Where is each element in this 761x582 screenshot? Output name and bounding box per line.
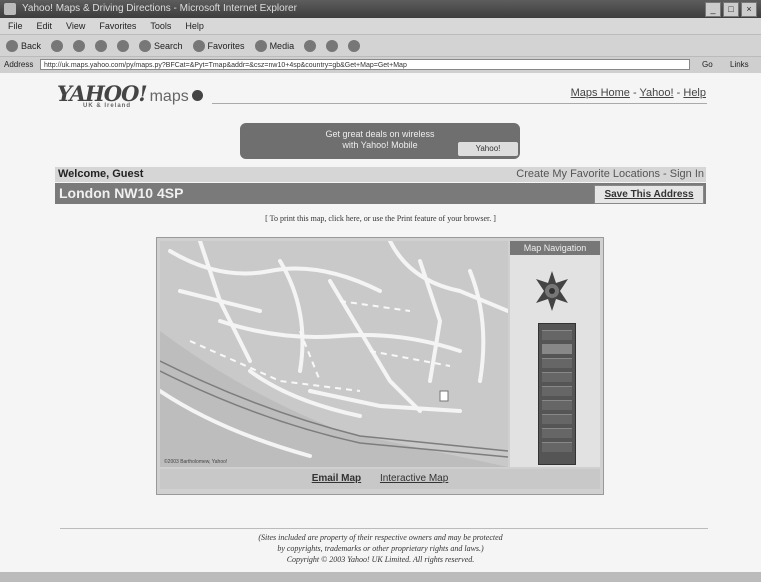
- ie-icon: [4, 3, 16, 15]
- mail-button[interactable]: [326, 39, 339, 52]
- media-button[interactable]: Media: [254, 39, 295, 52]
- address-label: Address: [4, 60, 34, 69]
- welcome-text: Welcome, Guest: [58, 168, 144, 180]
- forward-button[interactable]: [51, 39, 64, 52]
- interactive-map-link[interactable]: Interactive Map: [380, 473, 448, 484]
- link-separator: -: [632, 87, 637, 99]
- address-title: London NW10 4SP: [59, 185, 184, 201]
- banner-button[interactable]: Yahoo!: [458, 142, 518, 156]
- map-navigation-title: Map Navigation: [510, 241, 600, 255]
- map-tabs: Email Map Interactive Map: [160, 469, 600, 489]
- map-navigation: Map Navigation: [510, 241, 600, 467]
- refresh-button[interactable]: [95, 39, 108, 52]
- zoom-level[interactable]: [542, 442, 572, 452]
- ad-banner[interactable]: Get great deals on wireless with Yahoo! …: [240, 123, 520, 159]
- stop-button[interactable]: [73, 39, 86, 52]
- print-button[interactable]: [348, 39, 361, 52]
- street-map: [160, 241, 508, 467]
- back-button[interactable]: Back: [6, 39, 42, 52]
- location-marker: [439, 390, 449, 402]
- printer-icon: [348, 39, 361, 52]
- mail-icon: [326, 39, 339, 52]
- map-pin-icon: [191, 90, 203, 101]
- window-title: Yahoo! Maps & Driving Directions - Micro…: [22, 3, 297, 14]
- welcome-bar: Welcome, Guest Create My Favorite Locati…: [55, 167, 706, 182]
- home-icon: [117, 39, 130, 52]
- stop-icon: [73, 39, 86, 52]
- footer-line2: by copyrights, trademarks or other propr…: [277, 544, 484, 553]
- menu-help[interactable]: Help: [185, 18, 204, 34]
- maximize-button[interactable]: □: [723, 2, 739, 17]
- go-button[interactable]: Go: [702, 57, 713, 73]
- header-divider: [212, 103, 707, 104]
- address-header: London NW10 4SP Save This Address: [55, 183, 706, 204]
- title-bar: Yahoo! Maps & Driving Directions - Micro…: [0, 0, 761, 18]
- zoom-level[interactable]: [542, 372, 572, 382]
- favorites-button[interactable]: Favorites: [192, 39, 245, 52]
- search-button[interactable]: Search: [139, 39, 183, 52]
- zoom-level[interactable]: [542, 414, 572, 424]
- status-bar: [0, 572, 761, 582]
- menu-bar: File Edit View Favorites Tools Help: [0, 18, 761, 34]
- url-input[interactable]: http://uk.maps.yahoo.com/py/maps.py?BFCa…: [40, 59, 690, 70]
- media-icon: [254, 39, 267, 52]
- footer-copyright: Copyright © 2003 Yahoo! UK Limited. All …: [286, 555, 475, 564]
- footer: (Sites included are property of their re…: [0, 532, 761, 565]
- search-label: Search: [154, 40, 183, 51]
- logo-maps-text: maps: [149, 88, 189, 105]
- zoom-level[interactable]: [542, 400, 572, 410]
- browser-toolbar: Back Search Favorites Media: [0, 34, 761, 56]
- search-icon: [139, 39, 152, 52]
- menu-file[interactable]: File: [8, 18, 23, 34]
- zoom-level[interactable]: [542, 386, 572, 396]
- links-button[interactable]: Links: [730, 57, 749, 73]
- footer-line1: (Sites included are property of their re…: [258, 533, 503, 542]
- back-label: Back: [21, 40, 42, 51]
- media-label: Media: [269, 40, 295, 51]
- save-address-button[interactable]: Save This Address: [594, 185, 704, 204]
- zoom-slider[interactable]: [538, 323, 576, 465]
- logo-subtitle: UK & Ireland: [83, 103, 132, 109]
- menu-favorites[interactable]: Favorites: [99, 18, 136, 34]
- footer-divider: [60, 528, 708, 529]
- menu-edit[interactable]: Edit: [37, 18, 53, 34]
- banner-line1: Get great deals on wireless: [325, 129, 435, 139]
- help-link[interactable]: Help: [683, 87, 706, 99]
- maps-home-link[interactable]: Maps Home: [571, 87, 630, 99]
- email-map-link[interactable]: Email Map: [312, 473, 361, 484]
- close-button[interactable]: ×: [741, 2, 757, 17]
- map-copyright: ©2003 Bartholomew, Yahoo!: [164, 459, 228, 465]
- back-arrow-icon: [6, 39, 18, 52]
- browser-window: Yahoo! Maps & Driving Directions - Micro…: [0, 0, 761, 582]
- star-icon: [192, 39, 205, 52]
- print-note[interactable]: [ To print this map, click here, or use …: [0, 214, 761, 223]
- forward-arrow-icon: [51, 39, 64, 52]
- menu-tools[interactable]: Tools: [150, 18, 171, 34]
- menu-view[interactable]: View: [66, 18, 85, 34]
- zoom-level[interactable]: [542, 330, 572, 340]
- map-image[interactable]: ©2003 Bartholomew, Yahoo!: [160, 241, 508, 467]
- header-links: Maps Home - Yahoo! - Help: [571, 87, 706, 99]
- refresh-icon: [95, 39, 108, 52]
- page-content: YAHOO! maps UK & Ireland Maps Home - Yaho…: [0, 73, 761, 582]
- compass-pan-icon[interactable]: [532, 271, 572, 311]
- link-separator: -: [676, 87, 681, 99]
- home-button[interactable]: [117, 39, 130, 52]
- address-bar: Address http://uk.maps.yahoo.com/py/maps…: [0, 56, 761, 74]
- yahoo-link[interactable]: Yahoo!: [640, 87, 674, 99]
- zoom-level[interactable]: [542, 344, 572, 354]
- favorites-signin-link[interactable]: Create My Favorite Locations - Sign In: [516, 167, 704, 182]
- favorites-label: Favorites: [207, 40, 245, 51]
- map-panel: ©2003 Bartholomew, Yahoo! Map Navigation: [156, 237, 604, 495]
- history-icon: [304, 39, 317, 52]
- yahoo-maps-logo[interactable]: YAHOO! maps UK & Ireland: [57, 81, 203, 109]
- zoom-level[interactable]: [542, 358, 572, 368]
- zoom-level[interactable]: [542, 428, 572, 438]
- minimize-button[interactable]: _: [705, 2, 721, 17]
- history-button[interactable]: [304, 39, 317, 52]
